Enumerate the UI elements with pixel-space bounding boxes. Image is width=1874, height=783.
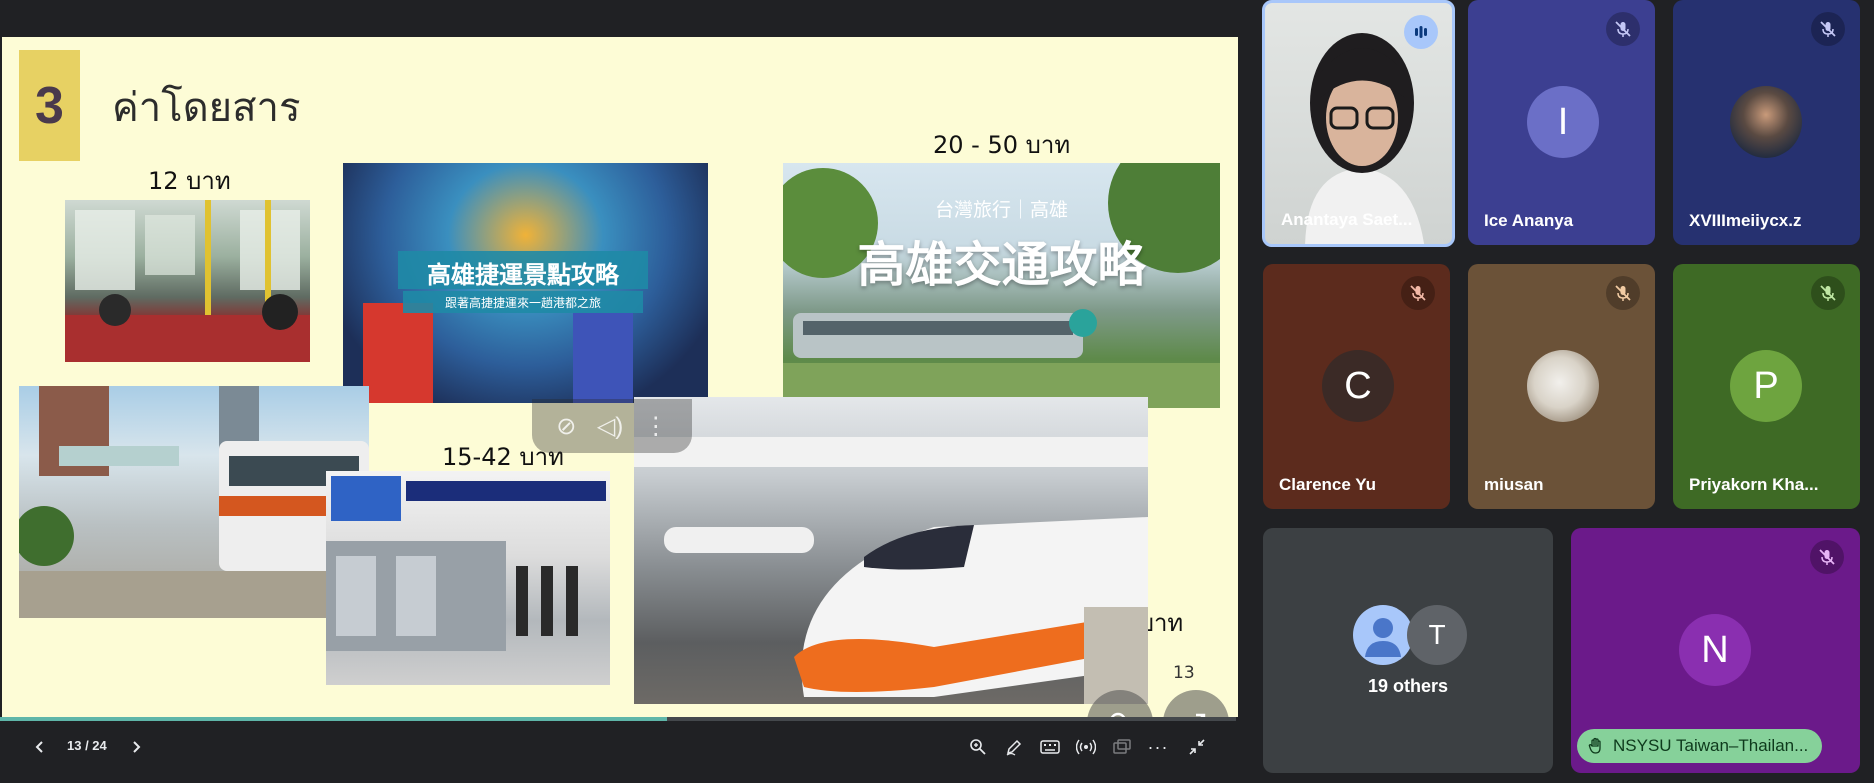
mrt-banner-title: 高雄捷運景點攻略 <box>427 261 619 289</box>
chevron-right-icon <box>133 741 141 753</box>
participant-tile-clarence-yu[interactable]: C Clarence Yu <box>1263 264 1450 509</box>
mic-off-indicator <box>1401 276 1435 310</box>
keyboard-button[interactable] <box>1037 732 1063 762</box>
participant-tile-miusan[interactable]: miusan <box>1468 264 1655 509</box>
mic-off-indicator <box>1810 540 1844 574</box>
zoom-in-icon <box>970 739 986 755</box>
picture-in-picture-button[interactable] <box>1109 732 1135 762</box>
mic-off-indicator <box>1606 12 1640 46</box>
mic-off-icon <box>1615 21 1631 37</box>
bus-stop-photo <box>19 386 369 618</box>
more-vert-icon[interactable]: ⋮ <box>644 412 668 441</box>
participant-tile-ice-ananya[interactable]: I Ice Ananya <box>1468 0 1655 245</box>
slide-page-number: 13 <box>1173 663 1195 683</box>
presentation-area: 3 ค่าโดยสาร 12 บาท 20 - 50 บาท 15-42 บาท… <box>0 0 1240 783</box>
avatar: I <box>1527 86 1599 158</box>
slide-title: ค่าโดยสาร <box>112 85 301 131</box>
fullscreen-exit-icon <box>1189 739 1205 755</box>
audio-bars-icon <box>1415 26 1427 38</box>
avatar: P <box>1730 350 1802 422</box>
raised-hand-icon <box>1588 737 1601 754</box>
participant-tile-xviiimeiiycx[interactable]: XVIIImeiiycx.z <box>1673 0 1860 245</box>
lrt-price-label: 20 - 50 บาท <box>933 131 1071 159</box>
broadcast-button[interactable] <box>1073 732 1099 762</box>
mic-off-icon <box>1410 285 1426 301</box>
avatar: N <box>1679 614 1751 686</box>
volume-icon[interactable]: ◁) <box>597 412 623 441</box>
participant-name: Priyakorn Kha... <box>1689 475 1819 494</box>
participant-tile-anantaya[interactable]: Anantaya Saet... <box>1262 0 1455 247</box>
participant-tile-n[interactable]: N NSYSU Taiwan–Thailan... <box>1571 528 1860 773</box>
keyboard-icon <box>1040 740 1060 754</box>
participant-name: Anantaya Saet... <box>1281 210 1413 229</box>
zoom-button[interactable] <box>965 732 991 762</box>
page-indicator: 13 / 24 <box>67 738 107 753</box>
bus-interior-photo <box>65 200 310 362</box>
chevron-left-icon <box>35 741 43 753</box>
avatar: C <box>1322 350 1394 422</box>
expand-icon <box>1196 713 1206 717</box>
mic-off-icon <box>1819 549 1835 565</box>
previous-slide-button[interactable] <box>28 732 52 762</box>
slide-progress-fill <box>0 717 668 721</box>
mic-off-indicator <box>1606 276 1640 310</box>
mic-off-indicator <box>1811 276 1845 310</box>
lrt-photo: 台灣旅行｜高雄 高雄交通攻略 <box>783 163 1220 408</box>
mrt-dome-photo: 高雄捷運景點攻略 跟著高捷捷運來一趟港都之旅 <box>343 163 708 403</box>
mrt-banner-subtitle: 跟著高捷捷運來一趟港都之旅 <box>444 296 601 310</box>
expand-round-button[interactable] <box>1163 690 1229 717</box>
video-overlay-controls[interactable]: ⊘ ◁) ⋮ <box>532 399 692 453</box>
others-tile[interactable]: T 19 others <box>1263 528 1553 773</box>
avatar <box>1527 350 1599 422</box>
caption-off-icon[interactable]: ⊘ <box>556 412 576 441</box>
person-icon <box>1365 618 1401 657</box>
slide-toolbar: 13 / 24 ··· <box>0 732 1240 762</box>
audio-bars-indicator <box>1404 15 1438 49</box>
participant-name: miusan <box>1484 475 1544 494</box>
participant-name: Ice Ananya <box>1484 211 1574 230</box>
mrt-platform-photo <box>326 471 610 685</box>
lrt-banner-kicker: 台灣旅行｜高雄 <box>934 199 1068 221</box>
mic-off-icon <box>1820 21 1836 37</box>
bus-price-label: 12 บาท <box>148 167 231 195</box>
slide-section-number: 3 <box>19 50 80 161</box>
pen-icon <box>1006 739 1022 756</box>
raised-hand-label: NSYSU Taiwan–Thailan... <box>1613 736 1809 755</box>
more-icon: ··· <box>1147 736 1169 757</box>
mic-off-icon <box>1615 285 1631 301</box>
mic-off-indicator <box>1811 12 1845 46</box>
hsr-photo <box>634 397 1148 704</box>
exit-fullscreen-button[interactable] <box>1184 732 1210 762</box>
participant-name: Clarence Yu <box>1279 475 1377 494</box>
picture-in-picture-icon <box>1113 739 1131 754</box>
more-options-button[interactable]: ··· <box>1145 732 1171 762</box>
annotate-button[interactable] <box>1001 732 1027 762</box>
avatar: T <box>1407 605 1467 665</box>
raised-hand-badge: NSYSU Taiwan–Thailan... <box>1577 729 1823 763</box>
slide: 3 ค่าโดยสาร 12 บาท 20 - 50 บาท 15-42 บาท… <box>2 37 1238 717</box>
slide-progress-bar[interactable] <box>0 717 1236 721</box>
zoom-in-icon <box>1110 712 1126 717</box>
participant-tile-priyakorn[interactable]: P Priyakorn Kha... <box>1673 264 1860 509</box>
broadcast-icon <box>1076 739 1096 755</box>
mic-off-icon <box>1820 285 1836 301</box>
lrt-banner-title: 高雄交通攻略 <box>857 237 1146 293</box>
others-count-label: 19 others <box>1367 676 1449 696</box>
avatar <box>1353 605 1413 665</box>
participant-name: XVIIImeiiycx.z <box>1689 211 1802 230</box>
avatar <box>1730 86 1802 158</box>
next-slide-button[interactable] <box>124 732 148 762</box>
